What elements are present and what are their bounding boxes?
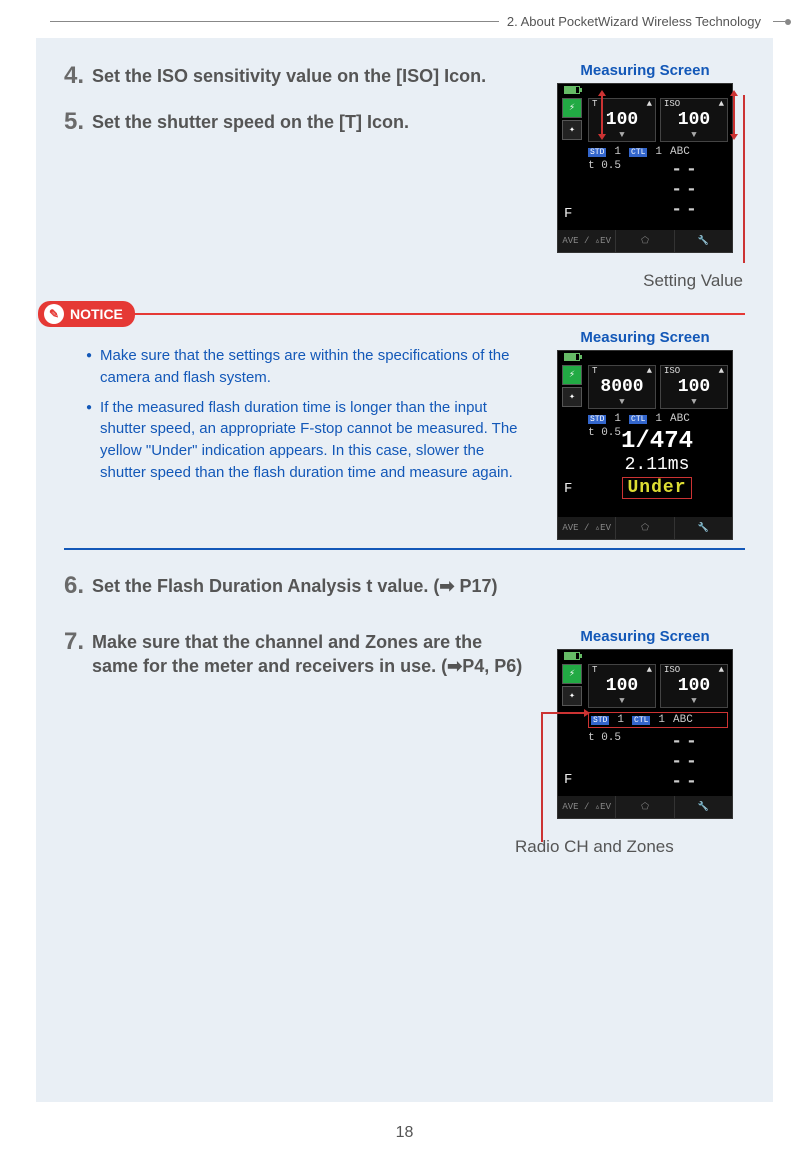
content-panel: 4. Set the ISO sensitivity value on the … — [36, 38, 773, 1102]
step-number: 6. — [64, 572, 92, 600]
gear-icon: ✦ — [562, 387, 582, 407]
flash-mode-icon: ⚡ — [562, 98, 582, 118]
step-text: Make sure that the channel and Zones are… — [92, 628, 529, 679]
flash-mode-icon: ⚡ — [562, 664, 582, 684]
battery-icon — [564, 86, 580, 94]
notice-body: Make sure that the settings are within t… — [64, 329, 529, 504]
gear-icon: ✦ — [562, 120, 582, 140]
ms-reading: 2.11ms — [588, 455, 726, 475]
section-header: 2. About PocketWizard Wireless Technolog… — [0, 14, 809, 29]
step-7: 7. Make sure that the channel and Zones … — [64, 628, 529, 679]
page-number: 18 — [0, 1124, 809, 1142]
callout-label: Radio CH and Zones — [515, 837, 674, 857]
iso-panel: ISO▲ 100 ▼ — [660, 365, 728, 409]
battery-icon — [564, 353, 580, 361]
step-6: 6. Set the Flash Duration Analysis t val… — [64, 572, 745, 600]
callout-label: Setting Value — [643, 271, 745, 291]
battery-icon — [564, 652, 580, 660]
fraction-reading: 1/474 — [588, 429, 726, 455]
iso-panel: ISO▲ 100 ▼ — [660, 98, 728, 142]
callout-arrow-icon — [541, 712, 585, 714]
callout-line — [541, 712, 543, 842]
settings-button: 🔧 — [675, 230, 732, 252]
flash-mode-icon: ⚡ — [562, 365, 582, 385]
under-indicator: Under — [622, 477, 691, 499]
lcd-screen-3: ⚡ ✦ T▲ 100 ▼ ISO▲ 100 ▼ — [557, 649, 733, 819]
callout-arrow-icon — [733, 95, 735, 135]
screen-label: Measuring Screen — [580, 329, 709, 346]
t-panel: T▲ 8000 ▼ — [588, 365, 656, 409]
section-title: 2. About PocketWizard Wireless Technolog… — [507, 14, 767, 29]
lcd-screen-1: ⚡ ✦ T▲ 100 ▼ ISO▲ 100 ▼ — [557, 83, 733, 253]
lcd-screen-2: ⚡ ✦ T▲ 8000 ▼ ISO▲ 100 ▼ — [557, 350, 733, 540]
step-text: Set the ISO sensitivity value on the [IS… — [92, 62, 486, 90]
notice-item: Make sure that the settings are within t… — [86, 345, 529, 389]
step-5: 5. Set the shutter speed on the [T] Icon… — [64, 108, 529, 136]
step-number: 5. — [64, 108, 92, 136]
step-4: 4. Set the ISO sensitivity value on the … — [64, 62, 529, 90]
gear-icon: ✦ — [562, 686, 582, 706]
pencil-icon: ✎ — [44, 304, 64, 324]
ave-ev-button: AVE / ▵EV — [558, 230, 616, 252]
notice-badge: ✎ NOTICE — [38, 301, 135, 327]
screen-label: Measuring Screen — [580, 628, 709, 645]
step-number: 7. — [64, 628, 92, 679]
notice-item: If the measured flash duration time is l… — [86, 397, 529, 484]
screen-label: Measuring Screen — [580, 62, 709, 79]
memory-button: ⬠ — [616, 230, 674, 252]
iso-panel: ISO▲ 100 ▼ — [660, 664, 728, 708]
callout-line — [743, 95, 745, 263]
t-panel: T▲ 100 ▼ — [588, 664, 656, 708]
step-text: Set the Flash Duration Analysis t value.… — [92, 572, 498, 600]
step-text: Set the shutter speed on the [T] Icon. — [92, 108, 409, 136]
step-number: 4. — [64, 62, 92, 90]
callout-arrow-icon — [601, 95, 603, 135]
